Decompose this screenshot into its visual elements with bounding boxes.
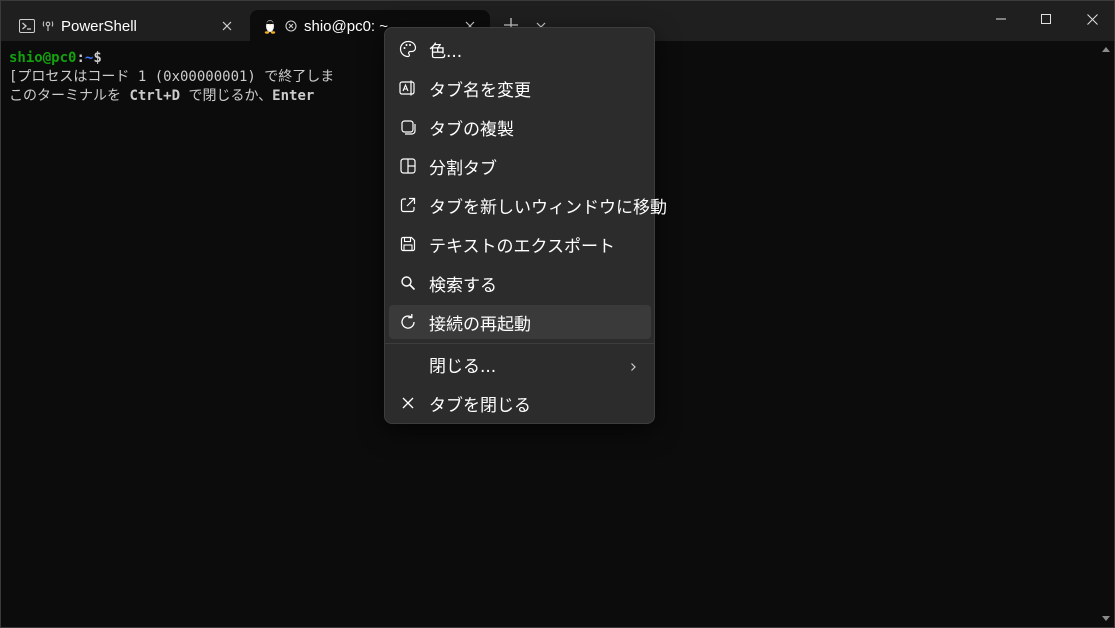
- search-icon: [399, 274, 417, 292]
- menu-item-label: タブを閉じる: [429, 395, 531, 416]
- tab-context-menu: 色... タブ名を変更 タブの複製 分割タブ タブを新しいウィンドウに移動 テキ…: [384, 27, 667, 424]
- menu-item-label: タブ名を変更: [429, 80, 531, 101]
- hint-key-enter: Enter: [272, 88, 315, 104]
- restart-icon: [399, 313, 417, 331]
- prompt-symbol: $: [93, 50, 102, 66]
- close-icon[interactable]: [1082, 9, 1102, 29]
- menu-item-label: 色...: [429, 41, 463, 62]
- close-icon: [399, 394, 417, 412]
- vertical-scrollbar[interactable]: [1098, 41, 1114, 627]
- rename-icon: [399, 79, 417, 97]
- linux-tux-icon: [262, 18, 278, 34]
- hint-text: このターミナルを: [9, 88, 130, 104]
- scroll-down-icon[interactable]: [1102, 616, 1110, 621]
- maximize-icon[interactable]: [1036, 9, 1056, 29]
- menu-item-export-text[interactable]: テキストのエクスポート: [389, 227, 651, 261]
- tab-title: PowerShell: [61, 17, 137, 35]
- menu-item-move-to-new-window[interactable]: タブを新しいウィンドウに移動: [389, 188, 667, 222]
- minimize-icon[interactable]: [991, 9, 1011, 29]
- hint-key-ctrl-d: Ctrl+D: [129, 88, 181, 104]
- hint-text-mid: で閉じるか、: [180, 88, 273, 104]
- menu-item-label: 検索する: [429, 275, 497, 296]
- menu-item-label: 閉じる...: [429, 356, 497, 377]
- prompt-user: shio@pc0: [9, 50, 77, 66]
- menu-item-close-submenu[interactable]: 閉じる...: [389, 347, 651, 381]
- menu-item-close-tab[interactable]: タブを閉じる: [389, 386, 651, 420]
- duplicate-icon: [399, 118, 417, 136]
- chevron-right-icon: [627, 358, 639, 371]
- menu-item-duplicate-tab[interactable]: タブの複製: [389, 110, 651, 144]
- prompt-separator: :: [76, 50, 85, 66]
- menu-item-search[interactable]: 検索する: [389, 266, 651, 300]
- menu-item-rename-tab[interactable]: タブ名を変更: [389, 71, 651, 105]
- menu-separator: [385, 343, 654, 344]
- menu-item-color[interactable]: 色...: [389, 32, 651, 66]
- save-icon: [399, 235, 417, 253]
- tab-powershell[interactable]: PowerShell: [7, 10, 247, 42]
- open-external-icon: [399, 196, 417, 214]
- network-icon: [41, 19, 55, 33]
- menu-item-label: タブを新しいウィンドウに移動: [429, 197, 667, 218]
- menu-item-label: タブの複製: [429, 119, 514, 140]
- split-icon: [399, 157, 417, 175]
- menu-item-label: テキストのエクスポート: [429, 236, 615, 257]
- powershell-icon: [19, 18, 35, 34]
- close-icon[interactable]: [219, 18, 235, 34]
- palette-icon: [399, 40, 417, 58]
- scroll-up-icon[interactable]: [1102, 47, 1110, 52]
- menu-item-restart-connection[interactable]: 接続の再起動: [389, 305, 651, 339]
- menu-item-label: 分割タブ: [429, 158, 497, 179]
- menu-item-label: 接続の再起動: [429, 314, 531, 335]
- disconnected-icon: [284, 19, 298, 33]
- menu-item-split-tab[interactable]: 分割タブ: [389, 149, 651, 183]
